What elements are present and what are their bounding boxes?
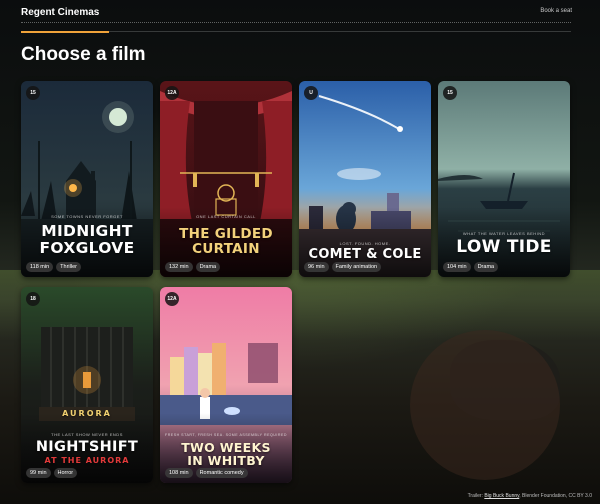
age-rating-badge: 15	[443, 86, 457, 100]
age-rating-badge: 12A	[165, 292, 179, 306]
film-card-the-gilded-curtain[interactable]: 12A ONE LAST CURTAIN CALL THE GILDED CUR…	[160, 81, 292, 277]
film-meta: 132 min Drama	[165, 262, 221, 272]
film-card-two-weeks-in-whitby[interactable]: 12A FRESH START, FRESH SEA. SOME ASSEMBL…	[160, 287, 292, 483]
film-title-line1: THE GILDED	[179, 226, 273, 242]
trailer-source-link[interactable]: Big Buck Bunny	[484, 493, 519, 499]
film-card-comet-and-cole[interactable]: U LOST. FOUND. HOME. COMET & COLE 96 min…	[299, 81, 431, 277]
poster-tagline: LOST. FOUND. HOME.	[339, 241, 391, 246]
film-meta: 99 min Horror	[26, 468, 78, 478]
brand-name[interactable]: Regent Cinemas	[21, 7, 99, 18]
genre-chip: Family animation	[331, 262, 382, 272]
film-card-midnight-foxglove[interactable]: 15 SOME TOWNS NEVER FORGET MIDNIGHT FOXG…	[21, 81, 153, 277]
credit-prefix: Trailer:	[467, 493, 483, 499]
age-rating-badge: 18	[26, 292, 40, 306]
film-meta: 104 min Drama	[443, 262, 499, 272]
film-title-line1: LOW TIDE	[456, 237, 552, 257]
genre-chip: Drama	[195, 262, 221, 272]
film-meta: 118 min Thriller	[26, 262, 81, 272]
poster-tagline: SOME TOWNS NEVER FORGET	[51, 214, 123, 219]
runtime-chip: 132 min	[165, 262, 193, 272]
poster-tagline: THE LAST SHOW NEVER ENDS	[51, 432, 123, 437]
genre-chip: Drama	[473, 262, 499, 272]
runtime-chip: 99 min	[26, 468, 51, 478]
film-title-line1: COMET & COLE	[308, 247, 422, 262]
age-rating-badge: U	[304, 86, 318, 100]
film-title-line2: IN WHITBY	[187, 453, 265, 468]
credit-suffix: , Blender Foundation, CC BY 3.0	[519, 493, 592, 499]
genre-chip: Romantic comedy	[195, 468, 248, 478]
trailer-credit: Trailer: Big Buck Bunny, Blender Foundat…	[468, 493, 592, 499]
poster-tagline: FRESH START, FRESH SEA. SOME ASSEMBLY RE…	[165, 433, 287, 437]
age-rating-badge: 12A	[165, 86, 179, 100]
progress-dots	[21, 22, 571, 24]
progress-fill	[21, 31, 109, 33]
runtime-chip: 118 min	[26, 262, 54, 272]
film-meta: 96 min Family animation	[304, 262, 382, 272]
poster-tagline: ONE LAST CURTAIN CALL	[196, 214, 256, 219]
runtime-chip: 104 min	[443, 262, 471, 272]
top-bar: Regent Cinemas Book a seat	[0, 0, 600, 34]
film-title-line1: NIGHTSHIFT	[35, 439, 139, 455]
film-meta: 108 min Romantic comedy	[165, 468, 248, 478]
book-a-seat-link[interactable]: Book a seat	[540, 8, 572, 14]
genre-chip: Horror	[53, 468, 78, 478]
runtime-chip: 96 min	[304, 262, 329, 272]
background-tree	[410, 330, 560, 480]
poster-tagline: WHAT THE WATER LEAVES BEHIND	[462, 231, 546, 236]
film-card-low-tide[interactable]: 15 WHAT THE WATER LEAVES BEHIND LOW TIDE…	[438, 81, 570, 277]
marquee-sign: AURORA	[62, 409, 112, 418]
film-title-line2: CURTAIN	[192, 241, 260, 257]
film-title-line1: MIDNIGHT	[41, 222, 133, 240]
runtime-chip: 108 min	[165, 468, 193, 478]
page-title: Choose a film	[21, 44, 146, 65]
film-title-line2: AT THE AURORA	[44, 456, 130, 465]
film-card-nightshift-at-the-aurora[interactable]: 18 AURORA THE LAST SHOW NEVER ENDS NIGHT…	[21, 287, 153, 483]
age-rating-badge: 15	[26, 86, 40, 100]
genre-chip: Thriller	[56, 262, 81, 272]
film-title-line2: FOXGLOVE	[39, 239, 135, 257]
booking-progress	[21, 22, 571, 33]
